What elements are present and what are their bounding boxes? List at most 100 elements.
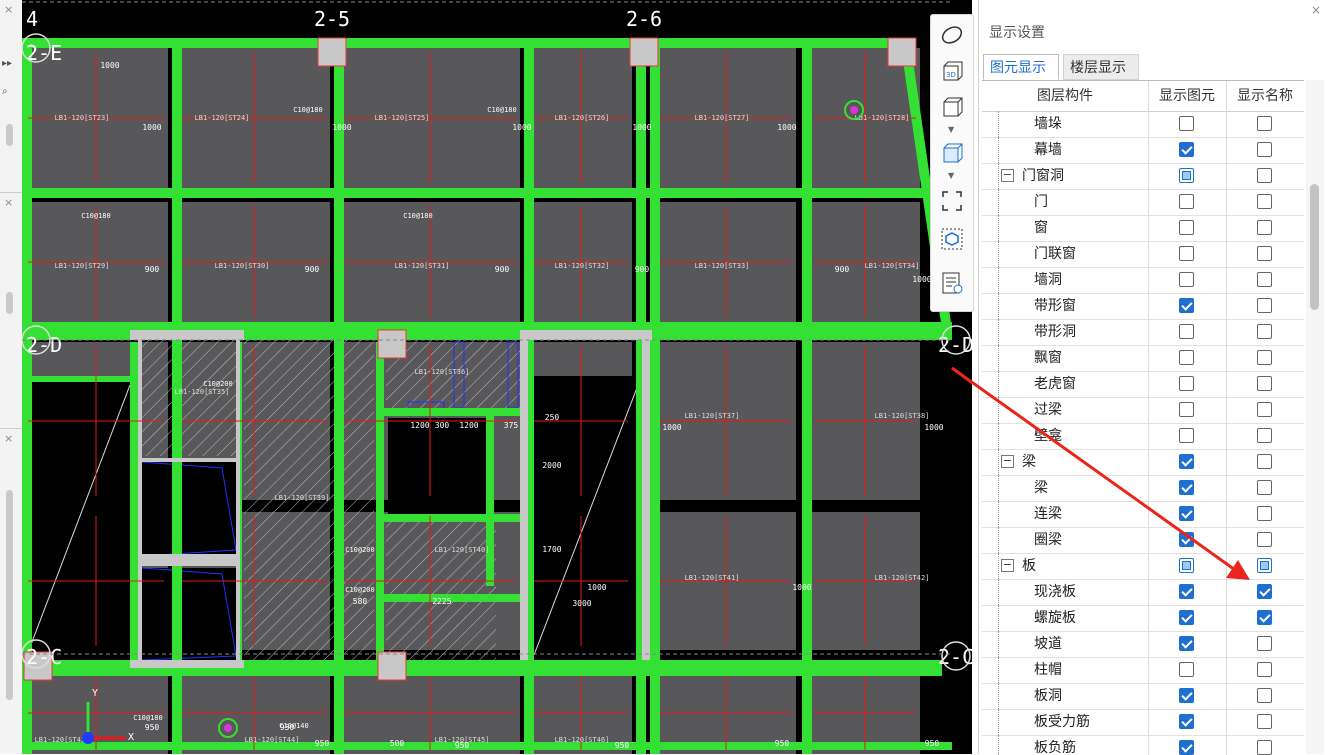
show-name-checkbox[interactable]	[1257, 532, 1272, 547]
beam-horizontal[interactable]	[22, 188, 942, 198]
element-display-icon[interactable]	[938, 225, 966, 253]
tab-floor-display[interactable]: 楼层显示	[1063, 54, 1139, 80]
layer-row[interactable]: 墙垛	[982, 111, 1304, 138]
show-element-checkbox[interactable]	[1179, 376, 1194, 391]
beam-vertical[interactable]	[376, 342, 384, 662]
cube-shaded-icon[interactable]	[938, 139, 966, 167]
hatched-region[interactable]	[386, 520, 496, 660]
wall[interactable]	[130, 330, 244, 340]
show-name-checkbox[interactable]	[1257, 688, 1272, 703]
close-icon[interactable]: ×	[1311, 3, 1321, 17]
layer-row[interactable]: 带形洞	[982, 319, 1304, 346]
show-element-checkbox[interactable]	[1179, 662, 1194, 677]
layer-row[interactable]: 窗	[982, 215, 1304, 242]
column[interactable]	[629, 37, 659, 67]
layer-row[interactable]: 带形窗	[982, 293, 1304, 320]
show-element-checkbox[interactable]	[1179, 194, 1194, 209]
tab-element-display[interactable]: 图元显示	[983, 54, 1059, 80]
layer-row[interactable]: 柱帽	[982, 657, 1304, 684]
show-name-checkbox[interactable]	[1257, 610, 1272, 625]
scroll-knob[interactable]	[6, 490, 13, 700]
show-element-checkbox[interactable]	[1179, 298, 1194, 313]
show-element-checkbox[interactable]	[1179, 246, 1194, 261]
orbit-icon[interactable]	[938, 21, 966, 49]
show-name-checkbox[interactable]	[1257, 454, 1272, 469]
wall[interactable]	[138, 340, 142, 660]
close-icon[interactable]: ×	[4, 3, 13, 16]
beam-horizontal[interactable]	[22, 38, 912, 48]
show-name-checkbox[interactable]	[1257, 558, 1272, 573]
show-element-checkbox[interactable]	[1179, 272, 1194, 287]
layer-row[interactable]: 板受力筋	[982, 709, 1304, 736]
show-element-checkbox[interactable]	[1179, 220, 1194, 235]
show-name-checkbox[interactable]	[1257, 584, 1272, 599]
wall[interactable]	[130, 660, 244, 668]
layer-row[interactable]: 坡道	[982, 631, 1304, 658]
show-element-checkbox[interactable]	[1179, 116, 1194, 131]
cad-drawing-canvas[interactable]: LB1-120[ST23] LB1-120[ST24] LB1-120[ST25] L…	[22, 0, 972, 754]
cube-view-icon[interactable]	[938, 93, 966, 121]
show-name-checkbox[interactable]	[1257, 714, 1272, 729]
wall[interactable]	[642, 340, 650, 660]
scroll-knob[interactable]	[6, 292, 13, 314]
layer-row[interactable]: 过梁	[982, 397, 1304, 424]
wall[interactable]	[520, 340, 528, 660]
beam-horizontal[interactable]	[22, 668, 942, 676]
collapse-icon[interactable]: −	[1001, 559, 1014, 572]
show-name-checkbox[interactable]	[1257, 298, 1272, 313]
layer-row[interactable]: 老虎窗	[982, 371, 1304, 398]
beam-horizontal[interactable]	[384, 408, 524, 416]
layer-row[interactable]: 圈梁	[982, 527, 1304, 554]
beam-horizontal[interactable]	[22, 376, 130, 382]
show-name-checkbox[interactable]	[1257, 246, 1272, 261]
fit-window-icon[interactable]	[938, 187, 966, 215]
show-name-checkbox[interactable]	[1257, 428, 1272, 443]
show-name-checkbox[interactable]	[1257, 220, 1272, 235]
chevron-down-icon[interactable]: ▼	[948, 171, 954, 180]
show-element-checkbox[interactable]	[1179, 402, 1194, 417]
3d-view-icon[interactable]: 3D	[938, 57, 966, 85]
layer-row[interactable]: − 梁	[982, 449, 1304, 476]
show-name-checkbox[interactable]	[1257, 324, 1272, 339]
layer-row[interactable]: 门联窗	[982, 241, 1304, 268]
show-name-checkbox[interactable]	[1257, 662, 1272, 677]
shaft-opening[interactable]	[140, 462, 236, 554]
show-element-checkbox[interactable]	[1179, 558, 1194, 573]
show-element-checkbox[interactable]	[1179, 454, 1194, 469]
layer-row[interactable]: 壁龛	[982, 423, 1304, 450]
show-name-checkbox[interactable]	[1257, 116, 1272, 131]
layer-row[interactable]: 幕墙	[982, 137, 1304, 164]
show-name-checkbox[interactable]	[1257, 272, 1272, 287]
wall[interactable]	[140, 554, 238, 566]
layer-row[interactable]: 螺旋板	[982, 605, 1304, 632]
show-name-checkbox[interactable]	[1257, 506, 1272, 521]
column[interactable]	[377, 651, 407, 681]
show-element-checkbox[interactable]	[1179, 714, 1194, 729]
show-element-checkbox[interactable]	[1179, 532, 1194, 547]
scroll-knob[interactable]	[6, 124, 13, 146]
show-element-checkbox[interactable]	[1179, 636, 1194, 651]
show-element-checkbox[interactable]	[1179, 428, 1194, 443]
show-element-checkbox[interactable]	[1179, 740, 1194, 755]
wall[interactable]	[140, 458, 238, 462]
show-name-checkbox[interactable]	[1257, 142, 1272, 157]
property-list-icon[interactable]	[938, 269, 966, 297]
column[interactable]	[317, 37, 347, 67]
chevron-down-icon[interactable]: ▼	[948, 125, 954, 134]
beam-vertical[interactable]	[172, 38, 182, 754]
scroll-thumb[interactable]	[1310, 184, 1319, 310]
show-element-checkbox[interactable]	[1179, 168, 1194, 183]
show-element-checkbox[interactable]	[1179, 142, 1194, 157]
shaft-opening[interactable]	[140, 568, 236, 660]
show-name-checkbox[interactable]	[1257, 350, 1272, 365]
show-element-checkbox[interactable]	[1179, 506, 1194, 521]
hatched-region[interactable]	[140, 340, 240, 456]
collapse-icon[interactable]: −	[1001, 455, 1014, 468]
show-element-checkbox[interactable]	[1179, 584, 1194, 599]
layer-row[interactable]: 连梁	[982, 501, 1304, 528]
show-element-checkbox[interactable]	[1179, 324, 1194, 339]
layer-row[interactable]: 梁	[982, 475, 1304, 502]
beam-vertical[interactable]	[486, 416, 494, 586]
show-name-checkbox[interactable]	[1257, 740, 1272, 755]
show-element-checkbox[interactable]	[1179, 610, 1194, 625]
